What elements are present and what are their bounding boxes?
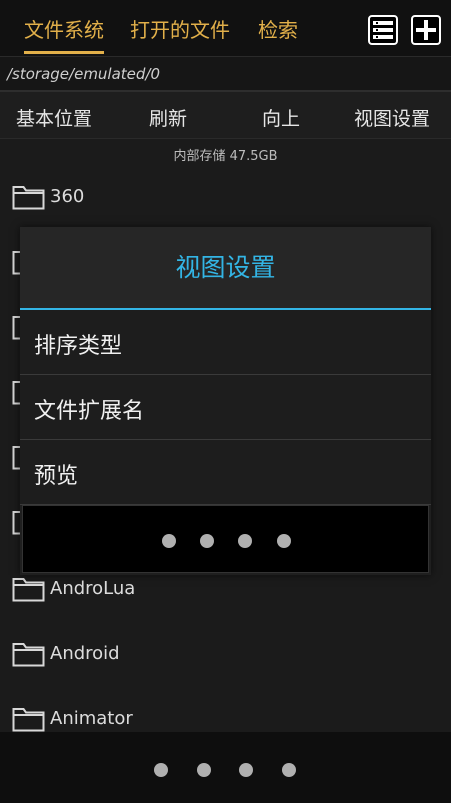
dialog-item-sort-type[interactable]: 排序类型	[20, 310, 431, 375]
view-settings-button[interactable]: 视图设置	[354, 104, 430, 131]
current-path[interactable]: /storage/emulated/0	[7, 65, 160, 83]
tab-open-files[interactable]: 打开的文件	[130, 14, 230, 43]
dialog-item-label: 文件扩展名	[34, 399, 145, 424]
file-name: 360	[50, 186, 85, 207]
add-icon	[416, 20, 436, 40]
up-button[interactable]: 向上	[262, 104, 300, 131]
bottom-menu-bar[interactable]	[0, 732, 451, 803]
dot-icon	[200, 534, 214, 548]
tab-filesystem[interactable]: 文件系统	[24, 14, 104, 54]
dot-icon	[197, 763, 211, 777]
folder-icon	[12, 186, 45, 210]
dot-icon	[154, 763, 168, 777]
path-bar: /storage/emulated/0	[0, 57, 451, 92]
folder-icon	[12, 578, 45, 602]
list-icon	[373, 21, 393, 39]
dot-icon	[239, 763, 253, 777]
screen: 文件系统 打开的文件 检索 /storage/emulated/0 基本位置 刷…	[0, 0, 451, 803]
dialog-item-label: 预览	[34, 464, 79, 489]
dialog-item-label: 排序类型	[34, 334, 123, 359]
file-name: Animator	[50, 708, 133, 729]
storage-info: 内部存储 47.5GB	[173, 149, 278, 164]
folder-icon	[12, 708, 45, 732]
tab-search[interactable]: 检索	[258, 14, 298, 43]
tab-bar: 文件系统 打开的文件 检索	[0, 0, 451, 57]
view-settings-dialog: 视图设置 排序类型 文件扩展名 预览	[20, 227, 431, 575]
dot-icon	[282, 763, 296, 777]
dialog-item-file-extension[interactable]: 文件扩展名	[20, 375, 431, 440]
folder-icon	[12, 643, 45, 667]
dot-icon	[277, 534, 291, 548]
dialog-more-area[interactable]	[22, 505, 429, 573]
file-item-android[interactable]: Android	[0, 629, 451, 679]
base-location-button[interactable]: 基本位置	[16, 104, 92, 131]
dialog-item-preview[interactable]: 预览	[20, 440, 431, 505]
file-name: Android	[50, 643, 120, 664]
add-button[interactable]	[411, 15, 441, 45]
dot-icon	[162, 534, 176, 548]
refresh-button[interactable]: 刷新	[149, 104, 187, 131]
dialog-title: 视图设置	[20, 227, 431, 310]
list-menu-button[interactable]	[368, 15, 398, 45]
dot-icon	[238, 534, 252, 548]
toolbar: 基本位置 刷新 向上 视图设置	[0, 92, 451, 139]
file-item-360[interactable]: 360	[0, 172, 451, 222]
file-name: AndroLua	[50, 578, 136, 599]
